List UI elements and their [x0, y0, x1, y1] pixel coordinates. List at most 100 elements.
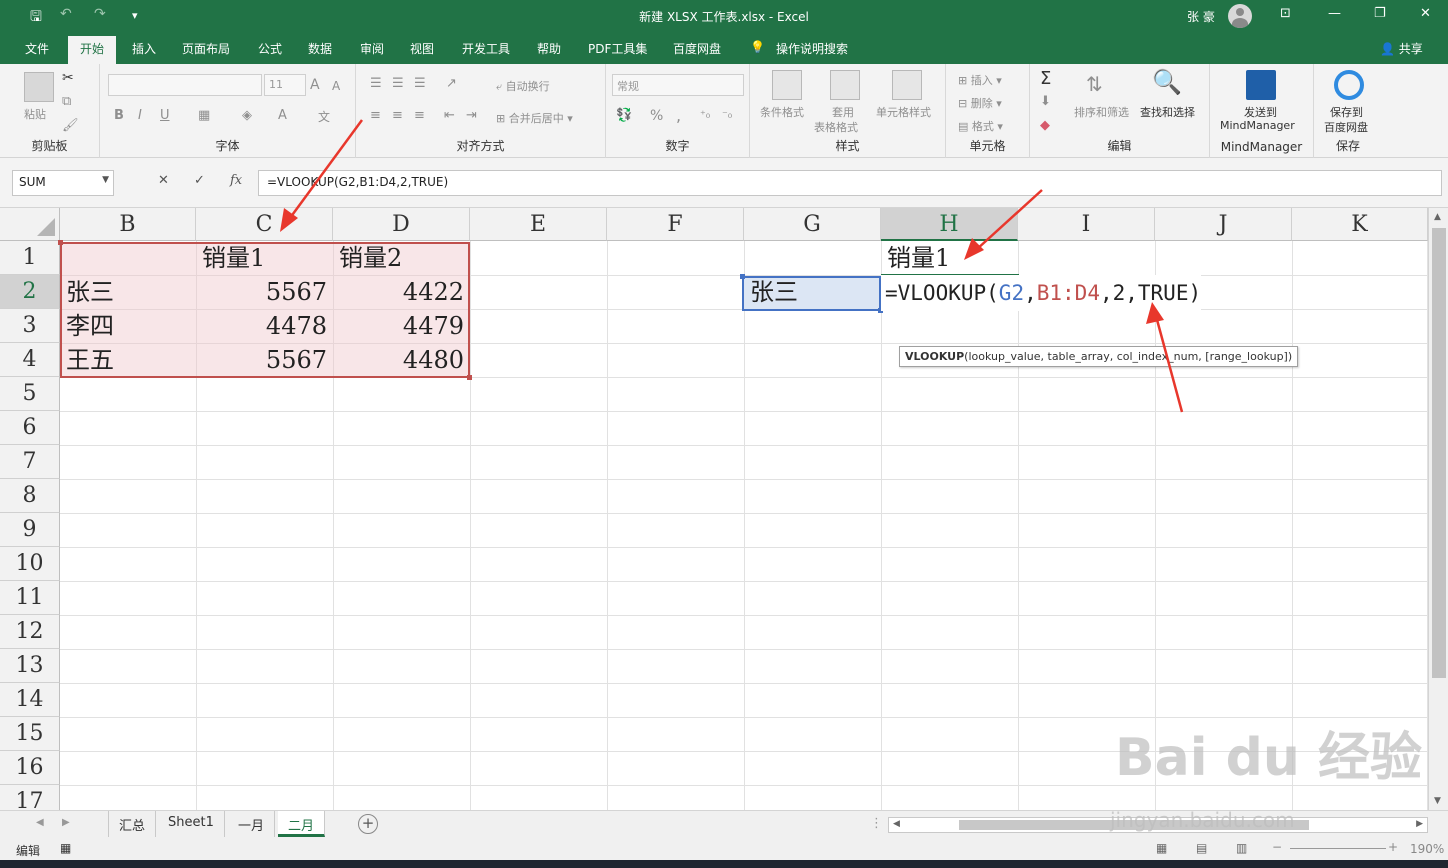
decrease-font-icon[interactable]: A — [332, 79, 340, 93]
comma-button[interactable]: , — [676, 106, 681, 125]
tell-me-search[interactable]: 操作说明搜索 — [776, 40, 848, 57]
align-top-icon[interactable]: ☰ — [370, 76, 382, 91]
align-right-icon[interactable]: ≡ — [414, 108, 425, 123]
ribbon-display-icon[interactable]: ⊡ — [1280, 6, 1291, 21]
zoom-level[interactable]: 190% — [1410, 842, 1444, 856]
row-header-16[interactable]: 16 — [0, 751, 60, 785]
cell-d1[interactable]: 销量2 — [333, 241, 470, 275]
cell-b4[interactable]: 王五 — [60, 343, 196, 377]
tab-insert[interactable]: 插入 — [132, 40, 156, 57]
zoom-in-icon[interactable]: + — [1388, 840, 1398, 854]
scroll-down-icon[interactable]: ▼ — [1434, 796, 1441, 806]
column-header-c[interactable]: C — [196, 208, 333, 241]
vertical-scroll-thumb[interactable] — [1432, 228, 1446, 678]
formula-input[interactable]: =VLOOKUP(G2,B1:D4,2,TRUE) — [258, 170, 1442, 196]
more-options-icon[interactable]: ⋮ — [870, 816, 883, 831]
align-center-icon[interactable]: ≡ — [392, 108, 403, 123]
tab-home[interactable]: 开始 — [68, 36, 117, 64]
cell-d4[interactable]: 4480 — [333, 343, 470, 377]
name-box[interactable]: SUM ▼ — [12, 170, 114, 196]
sort-filter-button[interactable]: 排序和筛选 — [1074, 104, 1129, 120]
row-header-7[interactable]: 7 — [0, 445, 60, 479]
phonetic-icon[interactable]: 文 — [318, 108, 330, 125]
cell-c2[interactable]: 5567 — [196, 275, 333, 309]
vertical-scrollbar[interactable]: ▲ ▼ — [1428, 208, 1448, 810]
cut-icon[interactable]: ✂ — [62, 70, 74, 86]
format-painter-icon[interactable]: 🖌 — [62, 118, 79, 133]
align-middle-icon[interactable]: ☰ — [392, 76, 404, 91]
fill-icon[interactable]: ⬇ — [1040, 94, 1051, 109]
send-mindmanager-top[interactable]: 发送到 — [1244, 104, 1277, 120]
paste-button[interactable]: 粘贴 — [24, 106, 46, 122]
paste-icon[interactable] — [24, 72, 54, 102]
format-table-bottom-label[interactable]: 表格格式 — [814, 119, 858, 135]
conditional-format-icon[interactable] — [772, 70, 802, 100]
tab-view[interactable]: 视图 — [410, 40, 434, 57]
align-bottom-icon[interactable]: ☰ — [414, 76, 426, 91]
orientation-icon[interactable]: ↗ — [446, 76, 457, 91]
column-header-d[interactable]: D — [333, 208, 470, 241]
underline-button[interactable]: U — [160, 108, 170, 123]
find-select-button[interactable]: 查找和选择 — [1140, 104, 1195, 120]
cell-g2[interactable]: 张三 — [744, 275, 881, 309]
font-color-icon[interactable]: A — [278, 108, 287, 123]
save-to-bottom[interactable]: 百度网盘 — [1324, 119, 1368, 135]
copy-icon[interactable]: ⧉ — [62, 94, 71, 109]
italic-button[interactable]: I — [138, 108, 142, 123]
decrease-decimal-icon[interactable]: ⁻₀ — [722, 108, 732, 121]
column-header-i[interactable]: I — [1018, 208, 1155, 241]
format-cells-button[interactable]: ▤ 格式 ▾ — [958, 118, 1003, 134]
cell-h2-editing[interactable]: =VLOOKUP(G2,B1:D4,2,TRUE) — [881, 275, 1202, 311]
delete-cells-button[interactable]: ⊟ 删除 ▾ — [958, 95, 1002, 111]
zoom-out-icon[interactable]: − — [1272, 840, 1282, 854]
sheet-tab-sheet1[interactable]: Sheet1 — [158, 811, 225, 837]
cancel-formula-icon[interactable]: ✕ — [158, 173, 169, 188]
merge-center-button[interactable]: ⊞ 合并后居中 ▾ — [496, 110, 573, 126]
cell-styles-button[interactable]: 单元格样式 — [876, 104, 931, 120]
autosum-icon[interactable]: Σ — [1040, 68, 1051, 89]
clear-icon[interactable]: ◆ — [1040, 118, 1050, 133]
tab-help[interactable]: 帮助 — [537, 40, 561, 57]
sheet-tab-february[interactable]: 二月 — [278, 811, 326, 837]
row-header-1[interactable]: 1 — [0, 241, 60, 275]
align-left-icon[interactable]: ≡ — [370, 108, 381, 123]
find-select-icon[interactable]: 🔍 — [1152, 68, 1182, 96]
tab-pdf-tools[interactable]: PDF工具集 — [588, 40, 647, 57]
row-header-11[interactable]: 11 — [0, 581, 60, 615]
row-header-3[interactable]: 3 — [0, 309, 60, 343]
increase-indent-icon[interactable]: ⇥ — [466, 108, 477, 123]
cell-b2[interactable]: 张三 — [60, 275, 196, 309]
page-break-view-icon[interactable]: ▥ — [1236, 841, 1247, 855]
row-header-14[interactable]: 14 — [0, 683, 60, 717]
avatar[interactable] — [1228, 4, 1252, 28]
increase-font-icon[interactable]: A — [310, 77, 320, 93]
restore-button[interactable]: ❐ — [1374, 6, 1386, 21]
tab-data[interactable]: 数据 — [308, 40, 332, 57]
decrease-indent-icon[interactable]: ⇤ — [444, 108, 455, 123]
tab-review[interactable]: 审阅 — [360, 40, 384, 57]
column-header-b[interactable]: B — [60, 208, 196, 241]
column-header-e[interactable]: E — [470, 208, 607, 241]
column-header-k[interactable]: K — [1292, 208, 1428, 241]
conditional-format-button[interactable]: 条件格式 — [760, 104, 804, 120]
format-table-top-label[interactable]: 套用 — [832, 104, 854, 120]
format-table-icon[interactable] — [830, 70, 860, 100]
send-mindmanager-bottom[interactable]: MindManager — [1220, 119, 1295, 132]
column-header-j[interactable]: J — [1155, 208, 1292, 241]
currency-icon[interactable]: 💱 — [616, 108, 632, 123]
number-format-box[interactable]: 常规 — [612, 74, 744, 96]
row-header-10[interactable]: 10 — [0, 547, 60, 581]
close-button[interactable]: ✕ — [1420, 6, 1431, 21]
cell-b3[interactable]: 李四 — [60, 309, 196, 343]
page-layout-view-icon[interactable]: ▤ — [1196, 841, 1207, 855]
tab-page-layout[interactable]: 页面布局 — [182, 40, 230, 57]
tooltip-function-name[interactable]: VLOOKUP — [905, 350, 964, 363]
row-header-8[interactable]: 8 — [0, 479, 60, 513]
column-header-h[interactable]: H — [881, 208, 1018, 241]
tab-formulas[interactable]: 公式 — [258, 40, 282, 57]
row-header-15[interactable]: 15 — [0, 717, 60, 751]
add-sheet-icon[interactable]: + — [358, 814, 378, 834]
sheet-tab-summary[interactable]: 汇总 — [108, 811, 157, 837]
cell-c4[interactable]: 5567 — [196, 343, 333, 377]
tab-developer[interactable]: 开发工具 — [462, 40, 510, 57]
